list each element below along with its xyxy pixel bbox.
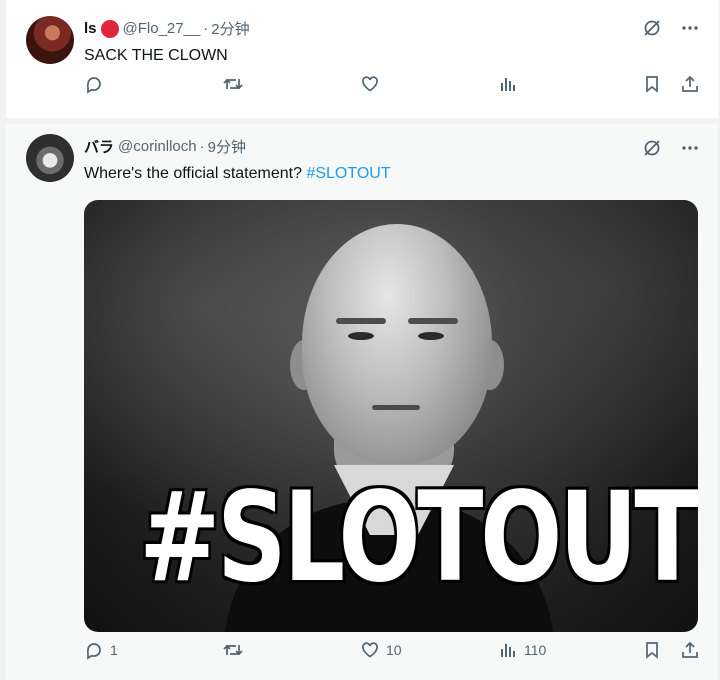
reply-button[interactable]: 1 (84, 640, 118, 660)
more-icon[interactable] (680, 138, 700, 158)
image-person-eye (348, 332, 374, 340)
image-person-mouth (372, 405, 420, 410)
grok-icon[interactable] (642, 18, 662, 38)
views-icon (498, 640, 518, 660)
like-icon (360, 74, 380, 94)
retweet-button[interactable] (222, 74, 250, 94)
like-button[interactable] (360, 74, 386, 94)
views-button[interactable] (498, 74, 524, 94)
red-circle-emoji (100, 19, 119, 38)
views-count: 110 (524, 642, 547, 658)
separator-dot: · (203, 20, 209, 37)
tweet-top-actions (642, 18, 700, 38)
views-button[interactable]: 110 (498, 640, 546, 660)
hashtag-link[interactable]: #SLOTOUT (306, 165, 390, 182)
timestamp[interactable]: 9分钟 (208, 136, 246, 157)
timestamp[interactable]: 2分钟 (211, 18, 249, 39)
reply-icon (84, 640, 104, 660)
reply-button[interactable] (84, 74, 110, 94)
bookmark-icon[interactable] (642, 74, 662, 94)
like-count: 10 (386, 642, 402, 658)
image-person-eye (418, 332, 444, 340)
tweet-header: ls @Flo_27__ · 2分钟 (84, 18, 250, 39)
more-icon[interactable] (680, 18, 700, 38)
share-icon[interactable] (680, 640, 700, 660)
retweet-button[interactable] (222, 640, 250, 660)
tweet-text-body: Where's the official statement? (84, 165, 307, 182)
retweet-icon (222, 640, 244, 660)
tweet-header: バラ @corinlloch · 9分钟 (84, 136, 246, 157)
tweet[interactable]: ls @Flo_27__ · 2分钟 SACK THE CLOWN (6, 0, 718, 118)
like-button[interactable]: 10 (360, 640, 402, 660)
retweet-icon (222, 74, 244, 94)
display-name[interactable]: バラ (84, 136, 114, 157)
separator-dot: · (199, 138, 205, 155)
image-person-brow (336, 318, 386, 324)
avatar[interactable] (26, 134, 74, 182)
tweet-text: SACK THE CLOWN (84, 47, 228, 64)
tweet-end-actions (642, 640, 700, 660)
views-icon (498, 74, 518, 94)
image-person-head (302, 224, 492, 464)
bookmark-icon[interactable] (642, 640, 662, 660)
tweet-text: Where's the official statement? #SLOTOUT (84, 164, 391, 184)
grok-icon[interactable] (642, 138, 662, 158)
user-handle[interactable]: @Flo_27__ (123, 20, 201, 37)
tweet-end-actions (642, 74, 700, 94)
like-icon (360, 640, 380, 660)
user-handle[interactable]: @corinlloch (118, 138, 197, 155)
image-overlay-text: #SLOTOUT (139, 464, 698, 610)
tweet[interactable]: バラ @corinlloch · 9分钟 Where's the officia… (6, 124, 718, 680)
share-icon[interactable] (680, 74, 700, 94)
avatar[interactable] (26, 16, 74, 64)
display-name[interactable]: ls (84, 20, 97, 37)
image-person-brow (408, 318, 458, 324)
tweet-image[interactable]: #SLOTOUT (84, 200, 698, 632)
reply-icon (84, 74, 104, 94)
tweet-top-actions (642, 138, 700, 158)
reply-count: 1 (110, 642, 118, 658)
